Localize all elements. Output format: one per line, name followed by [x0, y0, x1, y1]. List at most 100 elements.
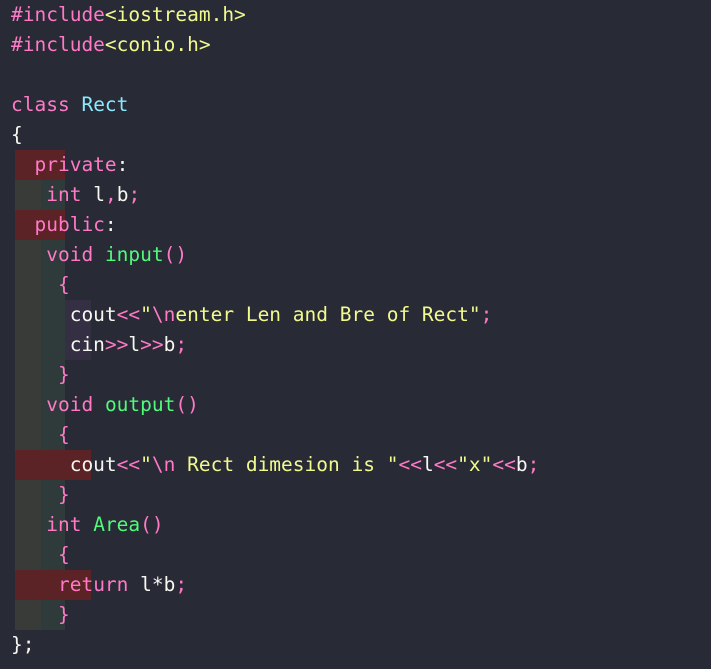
token: " [140, 303, 152, 326]
code-line[interactable]: return l*b; [0, 570, 711, 600]
code-line-text: }; [0, 630, 711, 660]
code-line[interactable]: }; [0, 630, 711, 660]
code-line-text: { [0, 270, 711, 300]
code-line[interactable]: } [0, 600, 711, 630]
token: << [433, 453, 458, 476]
code-line[interactable]: cin>>l>>b; [0, 330, 711, 360]
code-line[interactable]: void output() [0, 390, 711, 420]
token: ; [480, 303, 493, 326]
code-line-text: { [0, 120, 711, 150]
token: () [175, 393, 199, 416]
token: >> [104, 333, 129, 356]
token: { [11, 123, 23, 146]
token: >> [140, 333, 164, 356]
code-line[interactable] [0, 60, 711, 90]
token: l [128, 333, 141, 356]
code-line[interactable]: #include<conio.h> [0, 30, 711, 60]
code-line[interactable]: { [0, 540, 711, 570]
token: int [11, 183, 82, 206]
code-line-text: } [0, 480, 711, 510]
code-line[interactable]: int Area() [0, 510, 711, 540]
token: { [57, 423, 70, 446]
token: { [57, 273, 70, 296]
token: l [81, 183, 105, 206]
code-line[interactable]: #include<iostream.h> [0, 0, 711, 30]
code-line-text: cout<<"\nenter Len and Bre of Rect"; [0, 300, 711, 330]
token: b [116, 183, 129, 206]
token: l*b [128, 573, 176, 596]
code-line-text: { [0, 420, 711, 450]
code-line[interactable]: { [0, 120, 711, 150]
token: } [57, 483, 70, 506]
code-line-text: return l*b; [0, 570, 711, 600]
code-editor[interactable]: #include<iostream.h> #include<conio.h> cla… [0, 0, 711, 669]
token: int [11, 513, 82, 536]
token: void [11, 243, 94, 266]
token: , [104, 183, 117, 206]
code-line-text: } [0, 600, 711, 630]
token: b [163, 333, 176, 356]
token: ; [175, 573, 188, 596]
token: () [163, 243, 188, 266]
code-line-text: class Rect [0, 90, 711, 120]
code-line[interactable]: class Rect [0, 90, 711, 120]
token: class [11, 93, 70, 116]
token: cout [11, 303, 117, 326]
token: public [11, 213, 105, 236]
code-line-text: cout<<"\n Rect dimesion is "<<l<<"x"<<b; [0, 450, 711, 480]
code-line[interactable]: cout<<"\nenter Len and Bre of Rect"; [0, 300, 711, 330]
token: #include [11, 3, 105, 26]
token: << [116, 303, 141, 326]
token: ; [175, 333, 188, 356]
token: } [57, 363, 70, 386]
code-line[interactable]: { [0, 270, 711, 300]
token: { [57, 543, 70, 566]
token: () [140, 513, 164, 536]
token: Rect dimesion is " [175, 453, 399, 476]
token: Area [93, 513, 141, 536]
code-line-text: { [0, 540, 711, 570]
token: return [57, 573, 129, 596]
token: l [421, 453, 434, 476]
code-line[interactable]: } [0, 360, 711, 390]
token: "x" [457, 453, 493, 476]
token: } [57, 603, 70, 626]
token: \n [151, 303, 176, 326]
code-line[interactable]: int l,b; [0, 180, 711, 210]
token: output [104, 393, 176, 416]
token: Rect [81, 93, 129, 116]
token: << [492, 453, 516, 476]
code-line[interactable]: private: [0, 150, 711, 180]
token: <iostream.h> [104, 3, 246, 26]
token: }; [11, 633, 35, 656]
token: <conio.h> [104, 33, 211, 56]
code-line-text: public: [0, 210, 711, 240]
code-line-text: private: [0, 150, 711, 180]
code-line[interactable]: public: [0, 210, 711, 240]
token: \n [151, 453, 176, 476]
token: cin [11, 333, 105, 356]
code-line-text: int l,b; [0, 180, 711, 210]
code-line[interactable]: void input() [0, 240, 711, 270]
code-line[interactable]: { [0, 420, 711, 450]
code-line-text: void input() [0, 240, 711, 270]
token: b [515, 453, 528, 476]
code-line[interactable]: } [0, 480, 711, 510]
code-line[interactable]: cout<<"\n Rect dimesion is "<<l<<"x"<<b; [0, 450, 711, 480]
code-line-text: cin>>l>>b; [0, 330, 711, 360]
token: : [116, 153, 129, 176]
code-line-text: } [0, 360, 711, 390]
code-line-text: void output() [0, 390, 711, 420]
token: input [104, 243, 164, 266]
code-line-text: #include<conio.h> [0, 30, 711, 60]
